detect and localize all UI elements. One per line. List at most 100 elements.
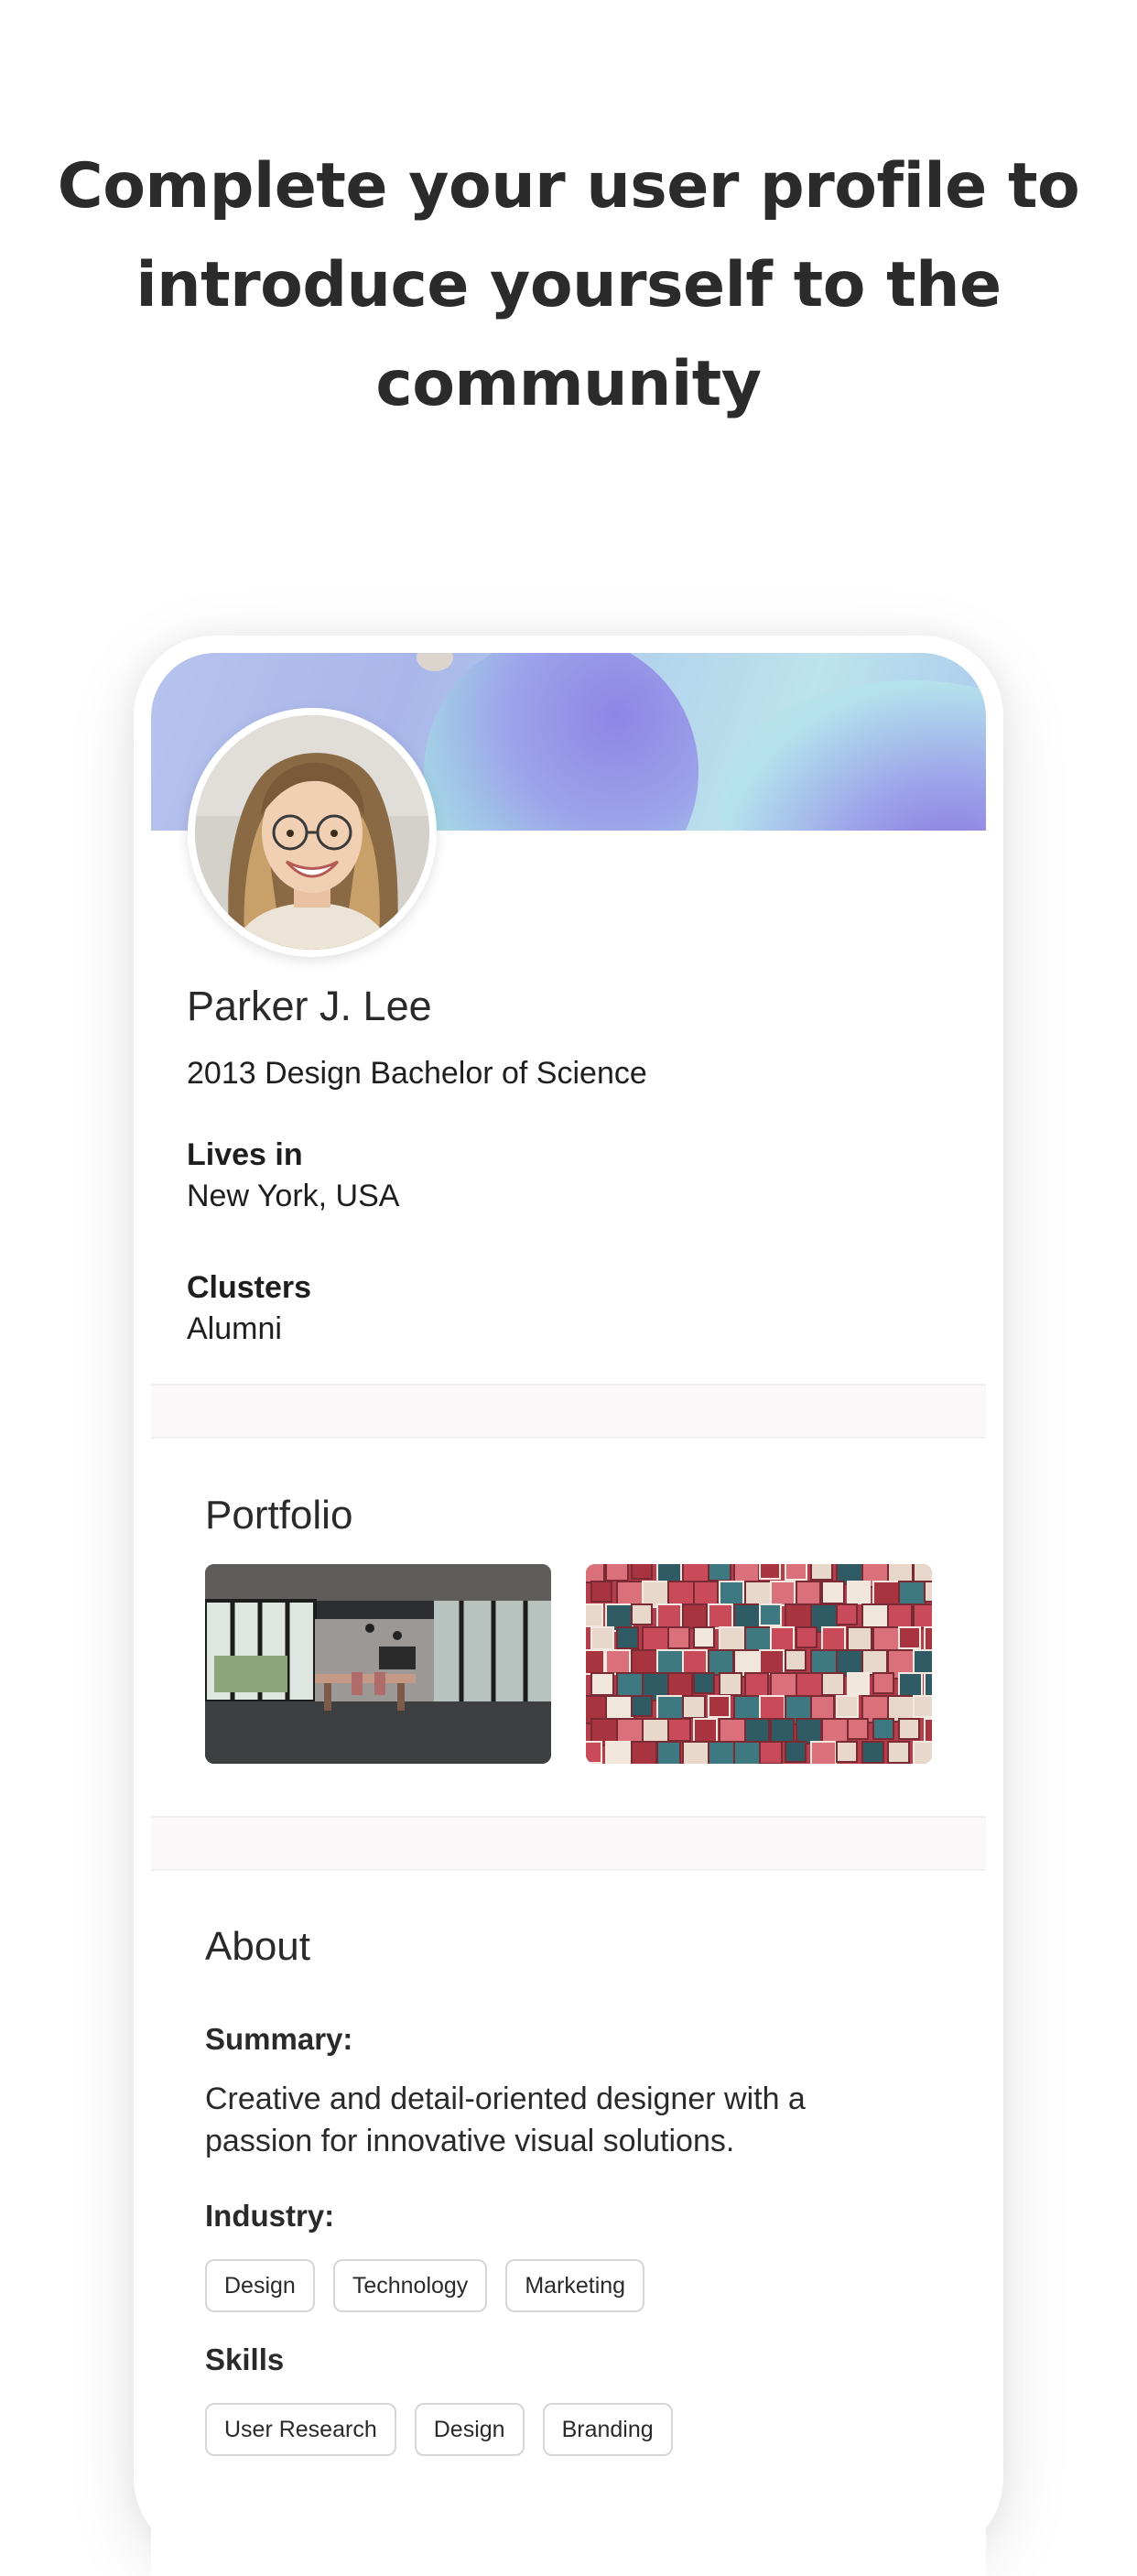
cube-shape — [810, 1564, 833, 1581]
cube-shape — [770, 1626, 795, 1651]
cube-shape — [796, 1581, 821, 1606]
cube-shape — [693, 1626, 715, 1648]
cube-shape — [656, 1564, 682, 1583]
summary-text: Creative and detail-oriented designer wi… — [205, 2081, 806, 2158]
section-divider — [151, 1384, 986, 1439]
cube-shape — [744, 1672, 769, 1697]
cube-shape — [693, 1718, 718, 1743]
cube-shape — [810, 1695, 835, 1720]
avatar-photo — [195, 715, 429, 950]
cube-shape — [682, 1741, 709, 1764]
cube-shape — [656, 1603, 682, 1629]
cube-shape — [785, 1564, 807, 1581]
cube-shape — [836, 1695, 859, 1718]
cube-shape — [682, 1695, 706, 1719]
cube-shape — [590, 1581, 612, 1603]
cube-shape — [785, 1603, 812, 1631]
cube-shape — [719, 1718, 746, 1745]
cube-shape — [913, 1603, 932, 1629]
cube-shape — [821, 1672, 845, 1696]
cube-shape — [810, 1741, 837, 1764]
clusters-value: Alumni — [187, 1311, 282, 1346]
cube-shape — [642, 1581, 669, 1608]
cube-shape — [924, 1626, 932, 1652]
skills-label: Skills — [205, 2342, 285, 2376]
industry-tag[interactable]: Design — [205, 2259, 315, 2312]
cube-shape — [836, 1649, 863, 1677]
industry-label: Industry: — [205, 2199, 335, 2233]
cube-shape — [693, 1672, 715, 1694]
cube-shape — [924, 1672, 932, 1698]
cube-shape — [796, 1718, 822, 1745]
cube-shape — [836, 1603, 858, 1625]
cube-shape — [586, 1603, 603, 1627]
lives-in-value: New York, USA — [187, 1179, 400, 1213]
clusters-label: Clusters — [187, 1270, 312, 1305]
cube-shape — [605, 1741, 635, 1764]
cube-shape — [759, 1564, 781, 1580]
skills-tags: User Research Design Branding — [205, 2403, 673, 2456]
cube-shape — [913, 1695, 932, 1718]
cube-shape — [667, 1718, 691, 1742]
industry-tag[interactable]: Technology — [332, 2259, 488, 2312]
cube-shape — [708, 1741, 738, 1764]
cube-shape — [642, 1626, 669, 1654]
cube-shape — [719, 1581, 744, 1606]
banner-shape — [424, 653, 698, 831]
banner-shape — [719, 680, 986, 831]
cube-shape — [605, 1649, 631, 1675]
profile-degree: 2013 Design Bachelor of Science — [187, 1056, 647, 1091]
skill-tag[interactable]: Design — [414, 2403, 525, 2456]
cube-shape — [770, 1718, 795, 1743]
cube-shape — [682, 1649, 708, 1675]
skill-tag[interactable]: User Research — [205, 2403, 396, 2456]
profile-screen: Parker J. Lee 2013 Design Bachelor of Sc… — [151, 653, 986, 2576]
cube-shape — [898, 1626, 921, 1649]
cube-shape — [708, 1695, 731, 1718]
cube-shape — [605, 1564, 629, 1581]
cube-shape — [708, 1649, 734, 1676]
cube-shape — [898, 1718, 920, 1740]
cube-shape — [785, 1741, 807, 1763]
cube-shape — [656, 1741, 681, 1764]
cube-shape — [887, 1564, 914, 1584]
cube-shape — [872, 1672, 894, 1694]
portfolio-item-office[interactable] — [205, 1564, 551, 1764]
about-title: About — [205, 1924, 310, 1969]
cube-shape — [898, 1672, 923, 1697]
cube-shape — [913, 1741, 932, 1764]
cube-shape — [847, 1718, 869, 1740]
section-divider — [151, 1816, 986, 1871]
cube-shape — [667, 1581, 695, 1608]
cube-shape — [586, 1564, 605, 1583]
cube-shape — [586, 1741, 602, 1764]
cube-shape — [586, 1649, 605, 1675]
cube-shape — [719, 1672, 742, 1696]
cube-shape — [847, 1626, 872, 1652]
profile-name: Parker J. Lee — [187, 983, 432, 1029]
cube-shape — [631, 1695, 653, 1717]
skill-tag[interactable]: Branding — [542, 2403, 673, 2456]
cube-shape — [785, 1649, 807, 1671]
industry-tag[interactable]: Marketing — [505, 2259, 645, 2312]
cube-shape — [590, 1626, 614, 1650]
cube-shape — [836, 1741, 858, 1763]
lives-in-label: Lives in — [187, 1137, 303, 1172]
summary-label: Summary: — [205, 2022, 353, 2056]
avatar[interactable] — [188, 708, 437, 957]
cube-shape — [924, 1718, 932, 1745]
cube-shape — [708, 1603, 733, 1629]
industry-tags: Design Technology Marketing — [205, 2259, 645, 2312]
cube-shape — [796, 1626, 818, 1648]
page-headline: Complete your user profile to introduce … — [57, 150, 1080, 420]
cube-shape — [861, 1649, 888, 1676]
cube-shape — [759, 1695, 785, 1722]
cube-shape — [821, 1626, 846, 1651]
portfolio-item-cubes[interactable] — [586, 1564, 932, 1764]
cube-shape — [924, 1581, 932, 1603]
cube-shape — [667, 1626, 690, 1649]
cube-shape — [590, 1672, 614, 1696]
cube-shape — [616, 1626, 639, 1649]
cube-shape — [913, 1649, 932, 1674]
cube-shape — [770, 1581, 796, 1606]
